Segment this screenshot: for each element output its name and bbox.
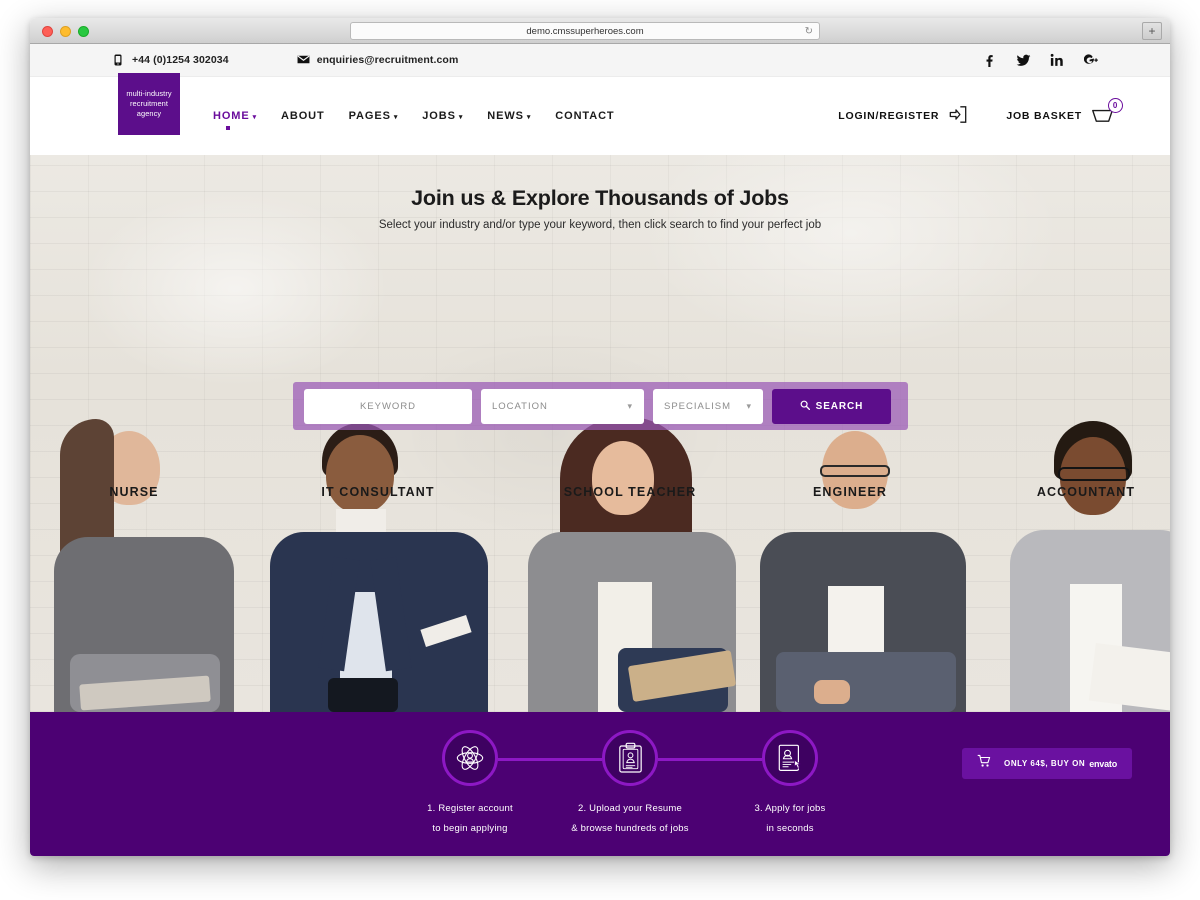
hero-header: Join us & Explore Thousands of Jobs Sele…	[30, 155, 1170, 231]
basket-count-badge: 0	[1108, 97, 1123, 113]
person-it-consultant	[262, 409, 492, 712]
phone-number: +44 (0)1254 302034	[132, 54, 229, 66]
step-connector-2	[658, 758, 762, 761]
basket-icon	[1091, 109, 1114, 126]
job-basket-label: JOB BASKET	[1006, 110, 1082, 122]
contact-email[interactable]: enquiries@recruitment.com	[297, 54, 459, 66]
nav-item-contact[interactable]: CONTACT	[555, 110, 614, 122]
login-arrow-icon	[948, 105, 968, 127]
how-it-works-band: 1. Register account to begin applying 2.…	[30, 712, 1170, 856]
chevron-down-icon: ▾	[458, 114, 464, 121]
nav-item-news-label: NEWS	[487, 110, 524, 122]
basket-icon-wrap: 0	[1091, 97, 1123, 126]
search-button[interactable]: SEARCH	[772, 388, 891, 424]
job-search-bar: KEYWORD LOCATION ▾ SPECIALISM ▾ SEARCH	[293, 382, 908, 430]
logo-line-2: recruitment	[129, 99, 169, 108]
cart-icon	[977, 754, 991, 773]
keyword-input[interactable]: KEYWORD	[304, 388, 472, 424]
steps-list: 1. Register account to begin applying 2.…	[30, 712, 1170, 856]
logo-line-3: agency	[136, 109, 162, 118]
envato-price-label: ONLY 64$, BUY ON	[1004, 759, 1086, 768]
nav-item-pages[interactable]: PAGES ▾	[349, 110, 399, 122]
email-address: enquiries@recruitment.com	[316, 54, 459, 66]
person-nurse	[40, 409, 245, 712]
profession-labels: NURSE IT CONSULTANT SCHOOL TEACHER ENGIN…	[30, 485, 1170, 507]
envato-badge-text: ONLY 64$, BUY ON envato	[1004, 759, 1117, 769]
location-select[interactable]: LOCATION ▾	[481, 388, 644, 424]
page-title: Join us & Explore Thousands of Jobs	[411, 186, 789, 210]
search-icon	[800, 400, 810, 413]
url-text: demo.cmssuperheroes.com	[526, 25, 644, 37]
login-register-button[interactable]: LOGIN/REGISTER	[838, 105, 968, 127]
chevron-down-icon: ▾	[746, 400, 752, 411]
minimize-window-button[interactable]	[60, 26, 71, 37]
person-accountant	[1008, 409, 1170, 712]
apply-click-icon	[762, 730, 818, 786]
linkedin-icon[interactable]	[1050, 53, 1064, 67]
page-viewport: +44 (0)1254 302034 enquiries@recruitment…	[30, 44, 1170, 856]
hero-subtitle: Select your industry and/or type your ke…	[378, 219, 822, 231]
profession-it-consultant: IT CONSULTANT	[321, 485, 435, 499]
nav-item-about[interactable]: ABOUT	[281, 110, 325, 122]
nav-actions: LOGIN/REGISTER JOB BASKET 0	[838, 97, 1123, 127]
profession-engineer: ENGINEER	[812, 485, 888, 499]
googleplus-icon[interactable]	[1083, 53, 1098, 67]
contact-phone[interactable]: +44 (0)1254 302034	[112, 54, 229, 66]
social-links	[982, 53, 1098, 67]
job-basket-button[interactable]: JOB BASKET 0	[1006, 97, 1123, 126]
step-apply-for-jobs[interactable]: 3. Apply for jobs in seconds	[690, 730, 890, 834]
browser-titlebar: demo.cmssuperheroes.com ↻ +	[30, 18, 1170, 44]
maximize-window-button[interactable]	[78, 26, 89, 37]
twitter-icon[interactable]	[1016, 53, 1031, 67]
nav-item-contact-label: CONTACT	[555, 110, 615, 122]
nav-item-home[interactable]: HOME ▾	[213, 110, 258, 130]
step-3-line-1: 3. Apply for jobs	[754, 803, 826, 814]
active-indicator-dot	[226, 126, 231, 130]
address-bar[interactable]: demo.cmssuperheroes.com ↻	[350, 22, 820, 40]
chevron-down-icon: ▾	[526, 114, 532, 121]
step-connector-1	[498, 758, 602, 761]
nav-item-news[interactable]: NEWS ▾	[487, 110, 531, 122]
profession-accountant: ACCOUNTANT	[1036, 485, 1136, 499]
chevron-down-icon: ▾	[252, 114, 258, 121]
logo-line-1: multi-industry	[126, 89, 172, 98]
new-tab-button[interactable]: +	[1142, 22, 1162, 40]
chevron-down-icon: ▾	[627, 400, 633, 411]
hero-people-photo	[30, 409, 1170, 712]
person-school-teacher	[522, 409, 742, 712]
atom-account-icon	[442, 730, 498, 786]
browser-window: demo.cmssuperheroes.com ↻ + +44 (0)1254 …	[30, 18, 1170, 856]
nav-item-jobs[interactable]: JOBS ▾	[422, 110, 463, 122]
clipboard-resume-icon	[602, 730, 658, 786]
specialism-placeholder: SPECIALISM	[664, 400, 732, 412]
nav-item-jobs-label: JOBS	[422, 110, 456, 122]
specialism-select[interactable]: SPECIALISM ▾	[653, 388, 763, 424]
reload-icon[interactable]: ↻	[805, 26, 813, 38]
site-logo[interactable]: multi-industry recruitment agency	[118, 73, 180, 135]
nav-item-pages-label: PAGES	[348, 110, 391, 122]
facebook-icon[interactable]	[982, 53, 996, 67]
main-navigation: multi-industry recruitment agency HOME ▾…	[30, 73, 1170, 155]
close-window-button[interactable]	[42, 26, 53, 37]
step-3-line-2: in seconds	[766, 823, 814, 834]
profession-nurse: NURSE	[109, 485, 159, 499]
nav-item-about-label: ABOUT	[281, 110, 325, 122]
envato-brand-label: envato	[1089, 758, 1117, 769]
chevron-down-icon: ▾	[393, 114, 399, 121]
envato-purchase-badge[interactable]: ONLY 64$, BUY ON envato	[962, 748, 1132, 779]
utility-bar: +44 (0)1254 302034 enquiries@recruitment…	[30, 44, 1170, 77]
location-placeholder: LOCATION	[492, 400, 548, 412]
phone-icon	[112, 54, 124, 66]
login-register-label: LOGIN/REGISTER	[838, 110, 940, 122]
nav-menu: HOME ▾ ABOUT PAGES ▾ JOBS ▾ NEWS ▾ CONTA…	[213, 110, 615, 130]
envelope-icon	[297, 54, 310, 66]
profession-school-teacher: SCHOOL TEACHER	[563, 485, 697, 499]
nav-item-home-label: HOME	[213, 110, 250, 122]
search-button-label: SEARCH	[815, 400, 864, 412]
person-engineer	[756, 409, 971, 712]
hero-section: Join us & Explore Thousands of Jobs Sele…	[30, 155, 1170, 712]
keyword-placeholder: KEYWORD	[359, 400, 417, 412]
